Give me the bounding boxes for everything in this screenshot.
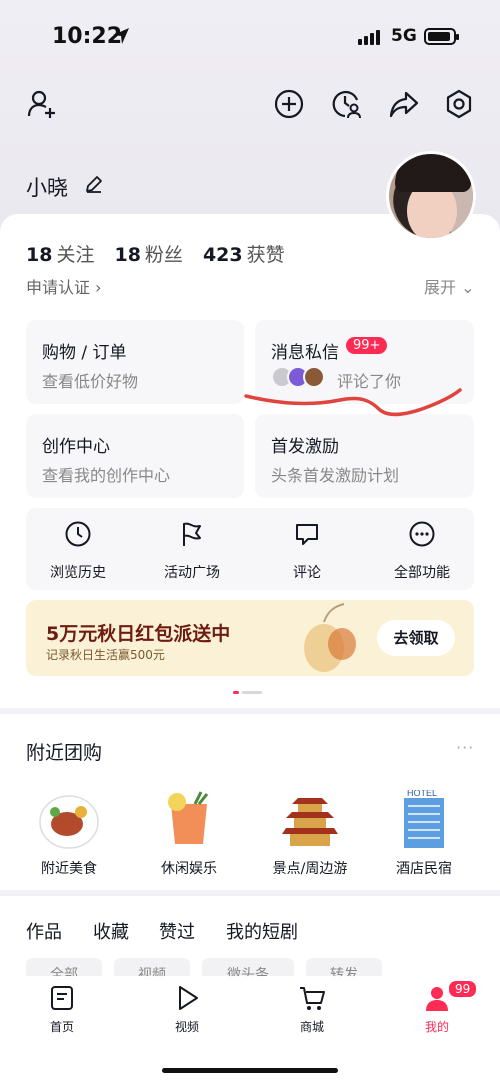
red-scribble-annotation [244,388,462,417]
status-bar: 10:22 5G [0,0,500,72]
flag-icon [183,522,201,546]
stat-following[interactable]: 18 关注 [26,240,94,267]
share-icon[interactable] [388,88,420,120]
shortcut-all-functions[interactable]: 全部功能 [372,520,472,582]
profile-stats: 18 关注 18 粉丝 423 获赞 [26,240,285,267]
expand-button[interactable]: 展开 ⌄ [424,274,475,298]
banner-pager [233,691,262,694]
more-icon [409,521,435,547]
card-subtitle: 头条首发激励计划 [271,466,400,485]
pavilion-icon [282,798,338,846]
group-buy-item-leisure[interactable]: 休闲娱乐 [134,790,244,878]
add-friend-icon[interactable] [26,88,58,120]
home-icon [51,986,73,1010]
drink-icon [168,791,209,844]
promo-banner[interactable]: 5万元秋日红包派送中 记录秋日生活赢500元 去领取 [26,600,474,676]
add-icon[interactable] [273,88,305,120]
visitor-history-icon[interactable] [331,88,363,120]
network-label: 5G [391,26,417,46]
card-creator-center[interactable]: 创作中心 查看我的创作中心 [26,414,244,498]
group-buy-item-food[interactable]: 附近美食 [14,790,124,878]
avatar[interactable] [386,151,476,241]
group-buy-item-hotel[interactable]: HOTEL 酒店民宿 [369,788,479,878]
edit-icon[interactable] [84,174,104,194]
shortcut-browse-history[interactable]: 浏览历史 [28,520,128,582]
username: 小晓 [26,176,68,200]
card-title: 购物 / 订单 [42,343,127,363]
food-icon [39,795,99,849]
nav-home[interactable]: 首页 [22,984,102,1035]
nav-notification-badge: 99 [447,979,479,999]
pager-dot-active [233,691,239,694]
card-subtitle: 查看低价好物 [42,372,139,391]
card-first-publish-incentive[interactable]: 首发激励 头条首发激励计划 [255,414,474,498]
card-title: 消息私信 [271,343,339,363]
section-title: 附近团购 [26,742,103,764]
tab-favorites[interactable]: 收藏 [93,918,129,944]
pager-dot [242,691,262,694]
home-indicator [162,1068,338,1073]
banner-subtitle: 记录秋日生活赢500元 [46,648,165,662]
signal-icon [358,30,380,45]
more-options-button[interactable]: ··· [456,738,474,757]
tab-my-short-drama[interactable]: 我的短剧 [226,918,298,944]
autumn-illustration [304,603,356,672]
stat-likes[interactable]: 423 获赞 [203,240,285,267]
clock-icon [65,521,91,547]
shortcut-comments[interactable]: 评论 [257,520,357,582]
card-title: 首发激励 [271,437,339,457]
nav-video[interactable]: 视频 [147,984,227,1035]
tab-liked[interactable]: 赞过 [159,918,195,944]
message-count-badge: 99+ [346,337,388,354]
battery-icon [424,28,459,45]
stat-followers[interactable]: 18 粉丝 [114,240,182,267]
card-shopping-orders[interactable]: 购物 / 订单 查看低价好物 [26,320,244,404]
comment-icon [296,524,318,545]
location-arrow-icon [113,28,129,44]
group-buy-item-sightseeing[interactable]: 景点/周边游 [255,790,365,878]
card-title: 创作中心 [42,437,110,457]
svg-text:HOTEL: HOTEL [407,790,437,798]
banner-title: 5万元秋日红包派送中 [46,623,231,645]
settings-icon[interactable] [443,88,475,120]
claim-button[interactable]: 去领取 [377,620,455,656]
apply-certification-link[interactable]: 申请认证 › [26,274,102,298]
shortcut-activity-square[interactable]: 活动广场 [142,520,242,582]
card-subtitle: 查看我的创作中心 [42,466,171,485]
hotel-icon: HOTEL [404,788,444,848]
video-icon [179,986,198,1010]
tab-works[interactable]: 作品 [26,918,62,944]
cart-icon [300,987,325,1010]
nav-mall[interactable]: 商城 [272,984,352,1035]
